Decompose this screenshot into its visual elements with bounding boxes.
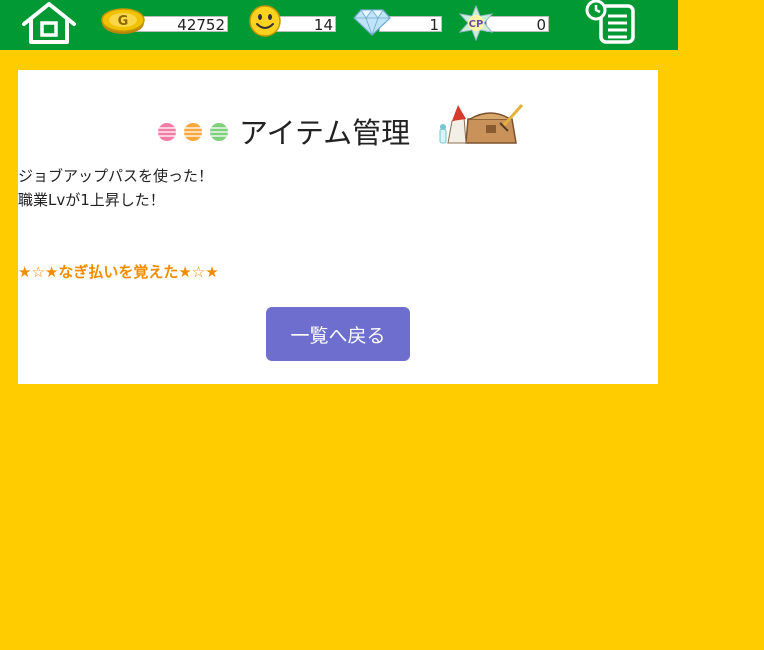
home-button[interactable]	[20, 0, 78, 46]
message-line-2: 職業Lvが1上昇した！	[18, 191, 165, 209]
smile-value: 14	[276, 16, 336, 33]
cp-icon-letters: CP	[469, 19, 484, 30]
title-row: アイテム管理	[18, 100, 658, 150]
gold-icon-letter: G	[118, 14, 129, 29]
cp-star-icon: CP	[458, 5, 494, 41]
cp-stat: 0 CP	[458, 5, 549, 41]
clock-list-icon	[585, 0, 635, 44]
page-title: アイテム管理	[239, 116, 411, 150]
gold-coin-icon: G	[101, 8, 145, 34]
smile-stat: 14	[248, 5, 336, 37]
menu-button[interactable]	[584, 0, 638, 44]
home-icon	[22, 2, 76, 44]
diamond-stat: 1	[353, 9, 442, 36]
skill-learned-message: ★☆★なぎ払いを覚えた★☆★	[18, 263, 219, 281]
top-status-bar: 42752 G 14 1 0 CP	[0, 0, 678, 50]
decorative-dots-icon	[158, 123, 228, 141]
message-line-1: ジョブアップパスを使った！	[18, 167, 214, 185]
item-bag-icon	[439, 103, 524, 144]
back-to-list-button[interactable]: 一覧へ戻る	[266, 307, 410, 361]
item-management-panel: アイテム管理 ジョブアップパスを使った！ 職業Lvが1上昇した！ ★☆★なぎ払い…	[18, 70, 658, 384]
cp-value: 0	[486, 16, 549, 33]
smile-face-icon	[249, 5, 281, 37]
diamond-icon	[353, 9, 391, 36]
gold-stat: 42752 G	[100, 8, 228, 34]
